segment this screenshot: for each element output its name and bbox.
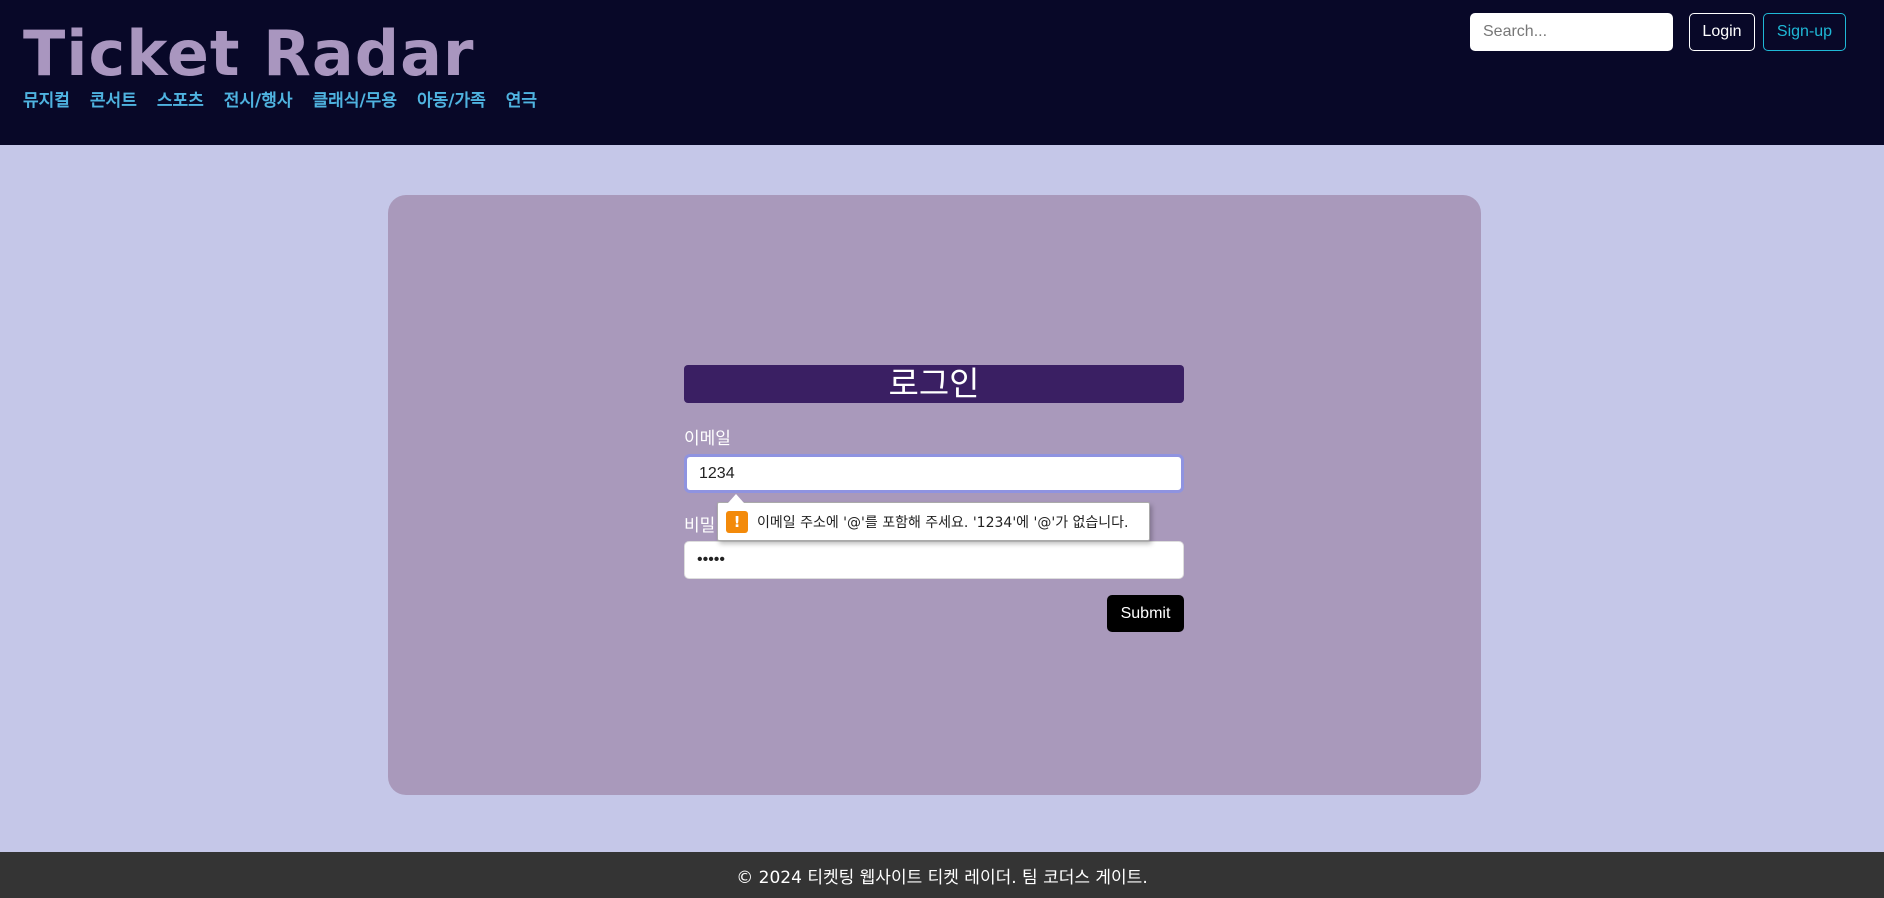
login-title: 로그인 bbox=[684, 365, 1184, 403]
footer-text: © 2024 티켓팅 웹사이트 티켓 레이더. 팀 코더스 게이트. bbox=[736, 867, 1148, 888]
search-input[interactable] bbox=[1470, 13, 1673, 51]
nav-item-sports[interactable]: 스포츠 bbox=[157, 86, 204, 111]
validation-message: 이메일 주소에 '@'를 포함해 주세요. '1234'에 '@'가 없습니다. bbox=[757, 514, 1129, 531]
validation-tooltip: ! 이메일 주소에 '@'를 포함해 주세요. '1234'에 '@'가 없습니… bbox=[717, 494, 1150, 541]
site-logo[interactable]: Ticket Radar bbox=[23, 16, 475, 92]
password-field[interactable] bbox=[684, 541, 1184, 579]
nav-item-theater[interactable]: 연극 bbox=[506, 86, 537, 111]
nav-item-concert[interactable]: 콘서트 bbox=[90, 86, 137, 111]
signup-button[interactable]: Sign-up bbox=[1763, 13, 1846, 51]
submit-button[interactable]: Submit bbox=[1107, 595, 1184, 632]
nav-item-kids-family[interactable]: 아동/가족 bbox=[417, 86, 486, 111]
site-header: Ticket Radar 뮤지컬 콘서트 스포츠 전시/행사 클래식/무용 아동… bbox=[0, 0, 1884, 145]
nav-item-classic-dance[interactable]: 클래식/무용 bbox=[313, 86, 397, 111]
warning-icon: ! bbox=[726, 510, 748, 533]
login-button[interactable]: Login bbox=[1689, 13, 1755, 51]
site-footer: © 2024 티켓팅 웹사이트 티켓 레이더. 팀 코더스 게이트. bbox=[0, 852, 1884, 898]
password-label: 비밀 bbox=[684, 516, 716, 536]
category-nav: 뮤지컬 콘서트 스포츠 전시/행사 클래식/무용 아동/가족 연극 bbox=[23, 86, 557, 111]
email-label: 이메일 bbox=[684, 429, 731, 449]
email-field[interactable] bbox=[684, 454, 1184, 493]
nav-item-musical[interactable]: 뮤지컬 bbox=[23, 86, 70, 111]
tooltip-arrow bbox=[728, 494, 744, 503]
login-card bbox=[388, 195, 1481, 795]
nav-item-exhibition[interactable]: 전시/행사 bbox=[224, 86, 293, 111]
